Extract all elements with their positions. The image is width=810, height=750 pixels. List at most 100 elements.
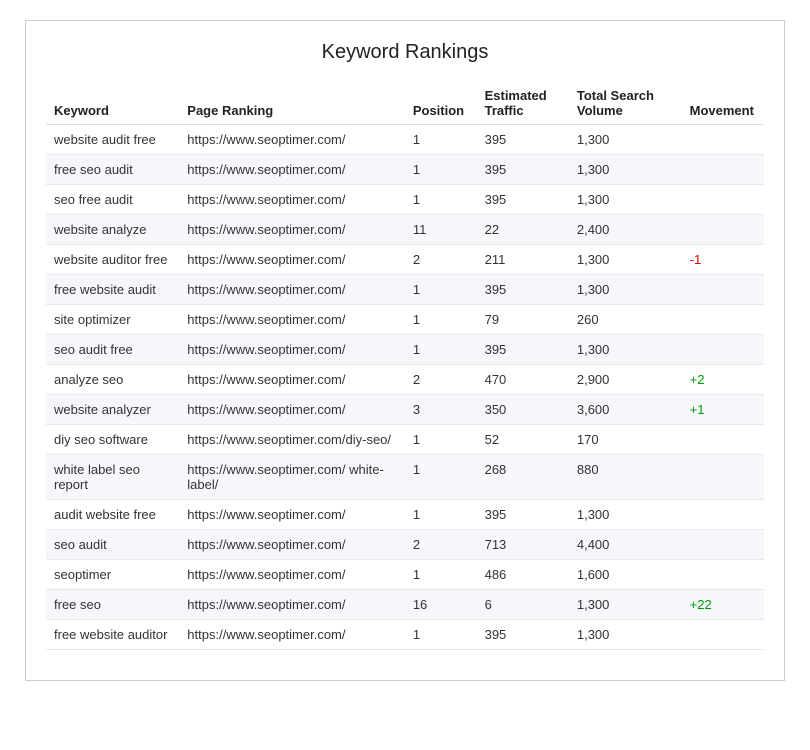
- table-row: seo audithttps://www.seoptimer.com/27134…: [46, 530, 764, 560]
- table-row: site optimizerhttps://www.seoptimer.com/…: [46, 305, 764, 335]
- col-header-movement: Movement: [682, 82, 764, 125]
- cell-traffic: 395: [477, 500, 569, 530]
- cell-position: 16: [405, 590, 477, 620]
- cell-search-volume: 1,300: [569, 125, 682, 155]
- cell-keyword: free seo audit: [46, 155, 179, 185]
- cell-traffic: 713: [477, 530, 569, 560]
- cell-page-ranking: https://www.seoptimer.com/: [179, 335, 405, 365]
- cell-movement: [682, 155, 764, 185]
- cell-search-volume: 4,400: [569, 530, 682, 560]
- keyword-rankings-table: Keyword Page Ranking Position Estimated …: [46, 82, 764, 650]
- cell-page-ranking: https://www.seoptimer.com/ white-label/: [179, 455, 405, 500]
- cell-search-volume: 880: [569, 455, 682, 500]
- cell-position: 1: [405, 335, 477, 365]
- cell-movement: [682, 560, 764, 590]
- table-row: website audit freehttps://www.seoptimer.…: [46, 125, 764, 155]
- table-row: seoptimerhttps://www.seoptimer.com/14861…: [46, 560, 764, 590]
- cell-traffic: 470: [477, 365, 569, 395]
- cell-keyword: free seo: [46, 590, 179, 620]
- cell-movement: [682, 500, 764, 530]
- cell-movement: [682, 125, 764, 155]
- cell-keyword: free website auditor: [46, 620, 179, 650]
- cell-page-ranking: https://www.seoptimer.com/: [179, 305, 405, 335]
- cell-traffic: 79: [477, 305, 569, 335]
- cell-movement: [682, 425, 764, 455]
- cell-movement: [682, 275, 764, 305]
- page-title: Keyword Rankings: [46, 41, 764, 64]
- cell-keyword: white label seo report: [46, 455, 179, 500]
- table-row: white label seo reporthttps://www.seopti…: [46, 455, 764, 500]
- cell-position: 1: [405, 155, 477, 185]
- cell-keyword: website auditor free: [46, 245, 179, 275]
- cell-search-volume: 1,300: [569, 275, 682, 305]
- cell-search-volume: 2,900: [569, 365, 682, 395]
- cell-movement: [682, 620, 764, 650]
- table-row: website analyzehttps://www.seoptimer.com…: [46, 215, 764, 245]
- table-row: analyze seohttps://www.seoptimer.com/247…: [46, 365, 764, 395]
- cell-traffic: 395: [477, 185, 569, 215]
- cell-page-ranking: https://www.seoptimer.com/: [179, 155, 405, 185]
- cell-position: 3: [405, 395, 477, 425]
- table-row: free website audithttps://www.seoptimer.…: [46, 275, 764, 305]
- cell-page-ranking: https://www.seoptimer.com/: [179, 185, 405, 215]
- cell-traffic: 395: [477, 125, 569, 155]
- cell-page-ranking: https://www.seoptimer.com/: [179, 620, 405, 650]
- cell-position: 2: [405, 530, 477, 560]
- cell-movement: [682, 335, 764, 365]
- cell-position: 1: [405, 560, 477, 590]
- table-row: free website auditorhttps://www.seoptime…: [46, 620, 764, 650]
- cell-page-ranking: https://www.seoptimer.com/: [179, 365, 405, 395]
- cell-keyword: seo free audit: [46, 185, 179, 215]
- cell-keyword: audit website free: [46, 500, 179, 530]
- cell-position: 1: [405, 620, 477, 650]
- cell-position: 1: [405, 275, 477, 305]
- cell-traffic: 268: [477, 455, 569, 500]
- table-row: seo free audithttps://www.seoptimer.com/…: [46, 185, 764, 215]
- cell-movement: [682, 530, 764, 560]
- cell-search-volume: 1,300: [569, 185, 682, 215]
- col-header-keyword: Keyword: [46, 82, 179, 125]
- main-container: Keyword Rankings Keyword Page Ranking Po…: [25, 20, 785, 681]
- cell-search-volume: 170: [569, 425, 682, 455]
- cell-search-volume: 2,400: [569, 215, 682, 245]
- cell-search-volume: 1,300: [569, 245, 682, 275]
- cell-position: 1: [405, 185, 477, 215]
- cell-search-volume: 1,300: [569, 500, 682, 530]
- cell-search-volume: 3,600: [569, 395, 682, 425]
- cell-keyword: seo audit: [46, 530, 179, 560]
- cell-keyword: website audit free: [46, 125, 179, 155]
- table-row: diy seo softwarehttps://www.seoptimer.co…: [46, 425, 764, 455]
- cell-movement: [682, 305, 764, 335]
- cell-traffic: 395: [477, 155, 569, 185]
- cell-traffic: 211: [477, 245, 569, 275]
- table-body: website audit freehttps://www.seoptimer.…: [46, 125, 764, 650]
- table-row: audit website freehttps://www.seoptimer.…: [46, 500, 764, 530]
- cell-movement: +22: [682, 590, 764, 620]
- cell-page-ranking: https://www.seoptimer.com/: [179, 560, 405, 590]
- cell-keyword: diy seo software: [46, 425, 179, 455]
- col-header-traffic: Estimated Traffic: [477, 82, 569, 125]
- col-header-search-volume: Total Search Volume: [569, 82, 682, 125]
- cell-movement: [682, 455, 764, 500]
- cell-position: 2: [405, 365, 477, 395]
- cell-position: 1: [405, 125, 477, 155]
- cell-search-volume: 1,300: [569, 620, 682, 650]
- col-header-page: Page Ranking: [179, 82, 405, 125]
- table-row: website analyzerhttps://www.seoptimer.co…: [46, 395, 764, 425]
- table-header-row: Keyword Page Ranking Position Estimated …: [46, 82, 764, 125]
- cell-keyword: free website audit: [46, 275, 179, 305]
- cell-position: 1: [405, 305, 477, 335]
- cell-search-volume: 1,300: [569, 590, 682, 620]
- cell-keyword: site optimizer: [46, 305, 179, 335]
- table-row: website auditor freehttps://www.seoptime…: [46, 245, 764, 275]
- cell-keyword: seo audit free: [46, 335, 179, 365]
- cell-page-ranking: https://www.seoptimer.com/: [179, 530, 405, 560]
- cell-position: 1: [405, 455, 477, 500]
- cell-search-volume: 1,300: [569, 155, 682, 185]
- table-row: seo audit freehttps://www.seoptimer.com/…: [46, 335, 764, 365]
- cell-movement: [682, 185, 764, 215]
- cell-search-volume: 1,600: [569, 560, 682, 590]
- cell-movement: +1: [682, 395, 764, 425]
- cell-traffic: 22: [477, 215, 569, 245]
- cell-position: 11: [405, 215, 477, 245]
